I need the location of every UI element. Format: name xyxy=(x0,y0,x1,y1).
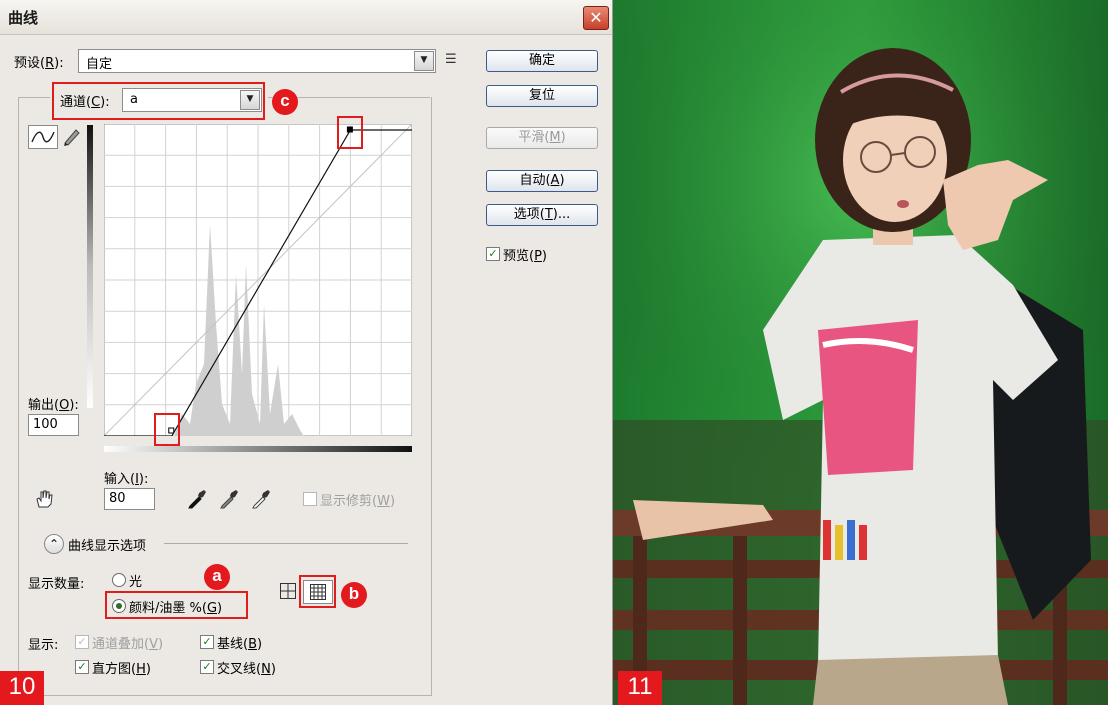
preview-checkbox[interactable]: ✓ xyxy=(486,247,500,261)
hand-icon xyxy=(36,490,53,508)
grid-4-icon xyxy=(280,583,296,599)
intersection-label: 交叉线(N) xyxy=(217,662,276,677)
histogram-label: 直方图(H) xyxy=(92,662,151,677)
simple-grid-button[interactable] xyxy=(280,583,296,599)
target-adjust-tool[interactable] xyxy=(32,487,56,509)
curve-tool-icon xyxy=(31,131,55,143)
annotation-a-box xyxy=(105,591,248,619)
portrait-photo-image xyxy=(613,0,1108,705)
intersection-checkbox[interactable]: ✓ xyxy=(200,660,214,674)
annotation-badge-b: b xyxy=(341,582,367,608)
white-point-eyedropper[interactable] xyxy=(250,487,272,509)
histogram-checkbox[interactable]: ✓ xyxy=(75,660,89,674)
input-label: 输入(I): xyxy=(104,472,149,487)
baseline-label: 基线(B) xyxy=(217,637,263,652)
eyedropper-gray-icon xyxy=(220,490,238,509)
pencil-icon xyxy=(64,129,80,146)
light-label: 光 xyxy=(129,575,143,590)
ok-button[interactable]: 确定 xyxy=(486,50,598,72)
preset-menu-icon[interactable]: ☰ xyxy=(445,52,457,67)
output-field[interactable]: 100 xyxy=(28,414,79,436)
curves-dialog: 曲线 ✕ 预设(R): 自定 ▼ ☰ 确定 复位 平滑(M) 自动(A) 选项(… xyxy=(0,0,613,705)
dialog-title: 曲线 xyxy=(8,9,39,27)
black-point-eyedropper[interactable] xyxy=(186,487,208,509)
eyedropper-white-icon xyxy=(252,490,270,509)
smooth-button[interactable]: 平滑(M) xyxy=(486,127,598,149)
options-button[interactable]: 选项(T)... xyxy=(486,204,598,226)
annotation-badge-a: a xyxy=(204,564,230,590)
channel-overlay-checkbox[interactable]: ✓ xyxy=(75,635,89,649)
baseline-checkbox[interactable]: ✓ xyxy=(200,635,214,649)
reset-button[interactable]: 复位 xyxy=(486,85,598,107)
preset-value: 自定 xyxy=(86,57,113,72)
title-bar: 曲线 ✕ xyxy=(0,0,612,35)
input-field[interactable]: 80 xyxy=(104,488,155,510)
eyedropper-black-icon xyxy=(188,490,206,509)
channel-overlay-label: 通道叠加(V) xyxy=(92,637,164,652)
input-gradient-bar xyxy=(104,446,412,452)
frame-top-left xyxy=(18,97,50,98)
preset-label: 预设(R): xyxy=(14,56,64,71)
output-label: 输出(O): xyxy=(28,398,79,413)
auto-button[interactable]: 自动(A) xyxy=(486,170,598,192)
output-gradient-bar xyxy=(87,125,93,408)
display-options-toggle[interactable]: ⌃ xyxy=(44,534,64,554)
preview-label: 预览(P) xyxy=(503,249,547,264)
figure-number-10: 10 xyxy=(0,671,44,705)
preset-select[interactable]: 自定 ▼ xyxy=(78,49,436,73)
display-options-divider xyxy=(164,543,408,544)
show-clipping-checkbox[interactable] xyxy=(303,492,317,506)
curve-graph[interactable] xyxy=(104,124,412,436)
pencil-tool[interactable] xyxy=(60,125,82,147)
light-radio[interactable] xyxy=(112,573,126,587)
curve-point-tool[interactable] xyxy=(28,125,58,149)
show-label: 显示: xyxy=(28,638,59,653)
gray-point-eyedropper[interactable] xyxy=(218,487,240,509)
annotation-black-point-box xyxy=(154,413,180,446)
annotation-b-box xyxy=(299,575,336,608)
chevron-down-icon[interactable]: ▼ xyxy=(414,51,434,71)
annotation-badge-c: c xyxy=(272,89,298,115)
show-clipping-label: 显示修剪(W) xyxy=(320,494,396,509)
example-photo: 11 xyxy=(613,0,1108,705)
figure-number-11: 11 xyxy=(618,671,662,705)
display-options-title: 曲线显示选项 xyxy=(68,539,147,554)
show-amount-label: 显示数量: xyxy=(28,577,85,592)
annotation-white-point-box xyxy=(337,116,363,149)
annotation-c-box xyxy=(52,82,265,120)
close-button[interactable]: ✕ xyxy=(583,6,609,30)
